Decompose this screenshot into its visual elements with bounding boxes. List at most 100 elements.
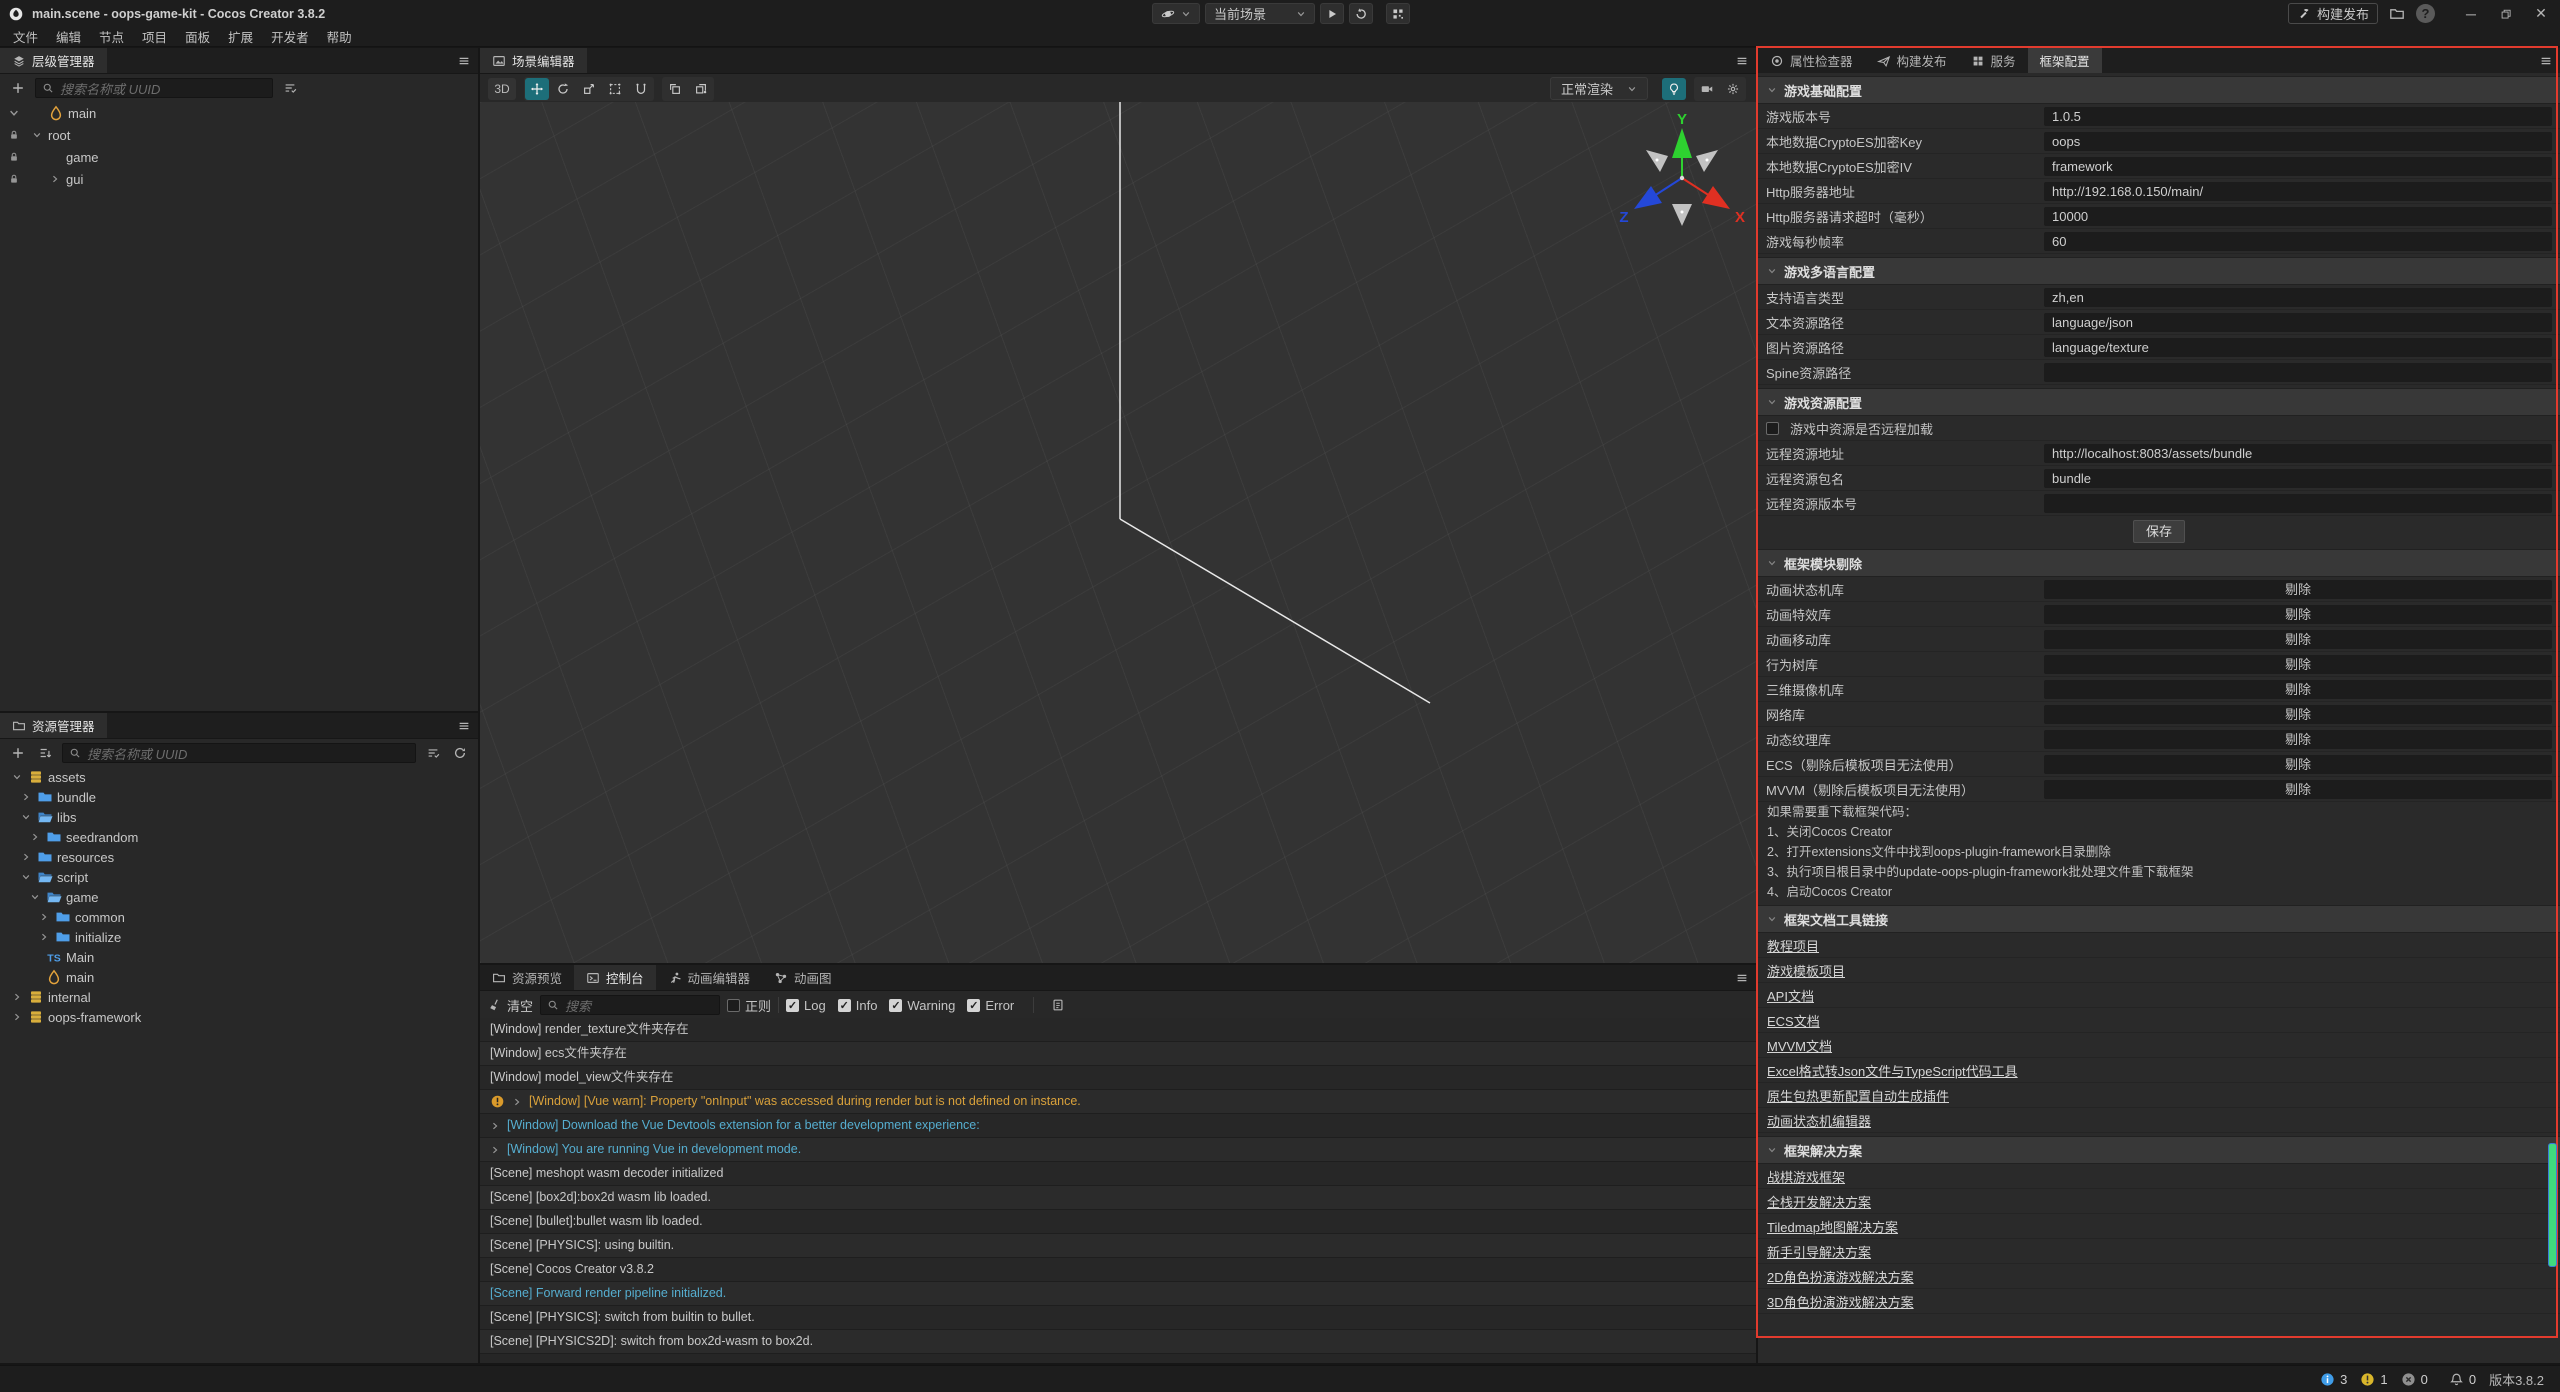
scene-viewport[interactable]: Y X Z bbox=[480, 102, 1756, 963]
asset-node[interactable]: initialize bbox=[0, 927, 478, 947]
assets-sort-button[interactable] bbox=[35, 743, 55, 763]
log-row[interactable]: [Scene] [box2d]:box2d wasm lib loaded. bbox=[480, 1186, 1756, 1210]
coord-toggle-button[interactable] bbox=[689, 78, 713, 100]
field-value-input[interactable]: framework bbox=[2044, 157, 2552, 176]
save-button[interactable]: 保存 bbox=[2133, 520, 2185, 543]
log-row[interactable]: [Window] Download the Vue Devtools exten… bbox=[480, 1114, 1756, 1138]
assets-search-input[interactable]: 搜索名称或 UUID bbox=[62, 743, 416, 763]
chevron-open-icon[interactable] bbox=[19, 812, 33, 822]
solution-link[interactable]: Tiledmap地图解决方案 bbox=[1767, 1217, 1898, 1236]
menu-item[interactable]: 文件 bbox=[4, 27, 47, 46]
expander-icon[interactable] bbox=[490, 1145, 500, 1155]
menu-item[interactable]: 帮助 bbox=[318, 27, 361, 46]
rotate-tool-button[interactable] bbox=[551, 78, 575, 100]
info-counter[interactable]: 3 bbox=[2320, 1372, 2347, 1387]
rect-tool-button[interactable] bbox=[603, 78, 627, 100]
section-header-game-i18n[interactable]: 游戏多语言配置 bbox=[1758, 257, 2560, 285]
close-button[interactable]: ✕ bbox=[2528, 5, 2554, 22]
tab-animation-editor[interactable]: 动画编辑器 bbox=[656, 965, 763, 990]
tab-assets[interactable]: 资源管理器 bbox=[0, 713, 107, 738]
field-value-input[interactable] bbox=[2044, 494, 2552, 513]
tab-services[interactable]: 服务 bbox=[1959, 48, 2028, 73]
log-row[interactable]: [Scene] Forward render pipeline initiali… bbox=[480, 1282, 1756, 1306]
log-row[interactable]: [Window] ecs文件夹存在 bbox=[480, 1042, 1756, 1066]
chevron-open-icon[interactable] bbox=[28, 892, 42, 902]
restart-button[interactable] bbox=[1349, 3, 1373, 24]
section-header-solutions[interactable]: 框架解决方案 bbox=[1758, 1136, 2560, 1164]
field-value-input[interactable]: language/json bbox=[2044, 313, 2552, 332]
scene-settings-button[interactable] bbox=[1721, 78, 1745, 100]
section-header-game-res[interactable]: 游戏资源配置 bbox=[1758, 388, 2560, 416]
tab-property-inspector[interactable]: 属性检查器 bbox=[1758, 48, 1865, 73]
asset-node[interactable]: game bbox=[0, 887, 478, 907]
regex-checkbox[interactable] bbox=[727, 999, 740, 1012]
assets-filter-button[interactable] bbox=[423, 743, 443, 763]
remove-module-button[interactable]: 剔除 bbox=[2044, 655, 2552, 674]
field-value-input[interactable]: 60 bbox=[2044, 232, 2552, 251]
preview-device-select[interactable] bbox=[1152, 3, 1200, 24]
assets-panel-menu-icon[interactable] bbox=[450, 713, 478, 738]
inspector-panel-menu-icon[interactable] bbox=[2532, 48, 2560, 73]
log-row[interactable]: [Scene] [bullet]:bullet wasm lib loaded. bbox=[480, 1210, 1756, 1234]
play-button[interactable] bbox=[1320, 3, 1344, 24]
asset-node[interactable]: resources bbox=[0, 847, 478, 867]
scene-select[interactable]: 当前场景 bbox=[1205, 3, 1315, 24]
hierarchy-node[interactable]: game bbox=[0, 146, 478, 168]
solution-link[interactable]: 2D角色扮演游戏解决方案 bbox=[1767, 1267, 1914, 1286]
log-row[interactable]: [Scene] meshopt wasm decoder initialized bbox=[480, 1162, 1756, 1186]
light-toggle-button[interactable] bbox=[1662, 78, 1686, 100]
asset-node[interactable]: oops-framework bbox=[0, 1007, 478, 1027]
chevron-closed-icon[interactable] bbox=[10, 992, 24, 1002]
hierarchy-node[interactable]: main bbox=[0, 102, 478, 124]
filter-log-checkbox[interactable]: ✓ bbox=[786, 999, 799, 1012]
chevron-open-icon[interactable] bbox=[10, 772, 24, 782]
section-header-module-trim[interactable]: 框架模块剔除 bbox=[1758, 549, 2560, 577]
field-value-input[interactable]: bundle bbox=[2044, 469, 2552, 488]
remove-module-button[interactable]: 剔除 bbox=[2044, 705, 2552, 724]
solution-link[interactable]: 战棋游戏框架 bbox=[1767, 1167, 1845, 1186]
doc-link[interactable]: API文档 bbox=[1767, 986, 1814, 1005]
menu-item[interactable]: 开发者 bbox=[262, 27, 318, 46]
section-header-game-basic[interactable]: 游戏基础配置 bbox=[1758, 76, 2560, 104]
move-tool-button[interactable] bbox=[525, 78, 549, 100]
assets-refresh-button[interactable] bbox=[450, 743, 470, 763]
hierarchy-search-input[interactable]: 搜索名称或 UUID bbox=[35, 78, 273, 98]
hierarchy-filter-button[interactable] bbox=[280, 78, 300, 98]
field-value-input[interactable] bbox=[2044, 363, 2552, 382]
chevron-closed-icon[interactable] bbox=[37, 932, 51, 942]
tab-scene-editor[interactable]: 场景编辑器 bbox=[480, 48, 587, 73]
solution-link[interactable]: 全栈开发解决方案 bbox=[1767, 1192, 1871, 1211]
open-log-file-button[interactable] bbox=[1048, 995, 1068, 1015]
remote-load-checkbox[interactable] bbox=[1766, 422, 1779, 435]
mode-3d-button[interactable]: 3D bbox=[488, 78, 516, 100]
field-value-input[interactable]: 10000 bbox=[2044, 207, 2552, 226]
solution-link[interactable]: 新手引导解决方案 bbox=[1767, 1242, 1871, 1261]
menu-item[interactable]: 扩展 bbox=[219, 27, 262, 46]
chevron-closed-icon[interactable] bbox=[10, 1012, 24, 1022]
log-row[interactable]: [Window] [Vue warn]: Property "onInput" … bbox=[480, 1090, 1756, 1114]
scene-panel-menu-icon[interactable] bbox=[1728, 48, 1756, 73]
hierarchy-node[interactable]: root bbox=[0, 124, 478, 146]
asset-node[interactable]: main bbox=[0, 967, 478, 987]
scene-camera-button[interactable] bbox=[1695, 78, 1719, 100]
warning-counter[interactable]: 1 bbox=[2360, 1372, 2387, 1387]
chevron-closed-icon[interactable] bbox=[48, 174, 62, 184]
solution-link[interactable]: 3D角色扮演游戏解决方案 bbox=[1767, 1292, 1914, 1311]
chevron-closed-icon[interactable] bbox=[19, 852, 33, 862]
tab-build-publish[interactable]: 构建发布 bbox=[1865, 48, 1959, 73]
open-project-folder-button[interactable] bbox=[2387, 4, 2407, 24]
hierarchy-panel-menu-icon[interactable] bbox=[450, 48, 478, 73]
log-row[interactable]: [Window] You are running Vue in developm… bbox=[480, 1138, 1756, 1162]
tab-animation-graph[interactable]: 动画图 bbox=[762, 965, 844, 990]
doc-link[interactable]: 游戏模板项目 bbox=[1767, 961, 1845, 980]
asset-node[interactable]: bundle bbox=[0, 787, 478, 807]
section-header-doc-links[interactable]: 框架文档工具链接 bbox=[1758, 905, 2560, 933]
chevron-open-icon[interactable] bbox=[30, 130, 44, 140]
asset-node[interactable]: seedrandom bbox=[0, 827, 478, 847]
tab-framework-config[interactable]: 框架配置 bbox=[2028, 48, 2102, 73]
tab-asset-preview[interactable]: 资源预览 bbox=[480, 965, 574, 990]
tab-console[interactable]: 控制台 bbox=[574, 965, 656, 990]
log-row[interactable]: [Scene] [PHYSICS2D]: switch from box2d-w… bbox=[480, 1330, 1756, 1354]
expander-icon[interactable] bbox=[512, 1097, 522, 1107]
gizmo-tool-button[interactable] bbox=[629, 78, 653, 100]
